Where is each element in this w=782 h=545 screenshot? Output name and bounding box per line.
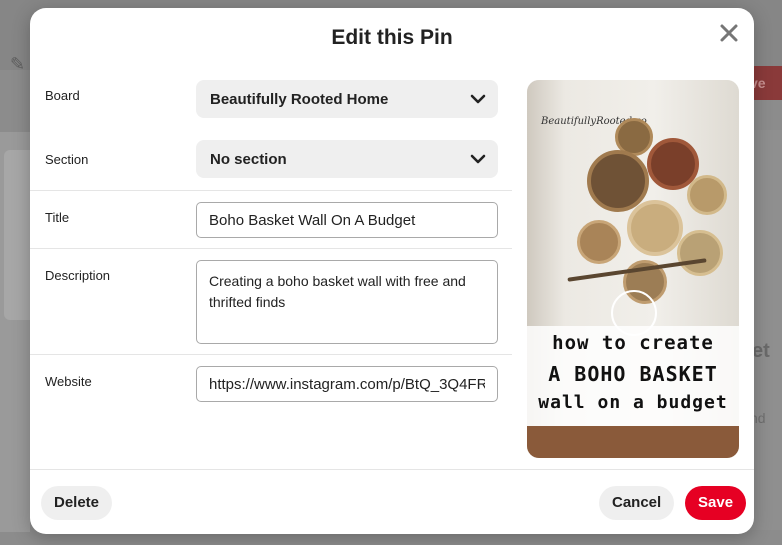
save-button[interactable]: Save bbox=[685, 486, 747, 520]
modal-title: Edit this Pin bbox=[331, 26, 453, 49]
basket-image bbox=[577, 220, 621, 264]
modal-footer: Delete Cancel Save bbox=[30, 469, 754, 534]
edit-pin-modal: Edit this Pin Board Beautifully Rooted H… bbox=[30, 8, 754, 534]
section-select[interactable]: No section bbox=[196, 140, 498, 178]
preview-text-overlay: how to create A BOHO BASKET wall on a bu… bbox=[527, 326, 739, 426]
cancel-button[interactable]: Cancel bbox=[599, 486, 675, 520]
pin-image-preview: BeautifullyRooted.co how to create A BOH… bbox=[527, 80, 739, 458]
background-heading-fragment: et bbox=[752, 340, 770, 362]
overlay-line-1: how to create bbox=[552, 332, 714, 354]
basket-image bbox=[587, 150, 649, 212]
title-input[interactable] bbox=[196, 202, 498, 238]
board-row: Board Beautifully Rooted Home bbox=[30, 78, 512, 138]
preview-floor bbox=[527, 426, 739, 458]
title-row: Title bbox=[30, 190, 512, 248]
delete-button[interactable]: Delete bbox=[41, 486, 113, 520]
website-label: Website bbox=[45, 374, 92, 389]
description-row: Description Creating a boho basket wall … bbox=[30, 248, 512, 354]
board-label: Board bbox=[45, 88, 80, 103]
basket-image bbox=[627, 200, 683, 256]
section-row: Section No section bbox=[30, 138, 512, 190]
section-select-value: No section bbox=[210, 151, 287, 168]
basket-image bbox=[677, 230, 723, 276]
basket-image bbox=[687, 175, 727, 215]
close-icon bbox=[720, 24, 738, 42]
pin-form: Board Beautifully Rooted Home Section No… bbox=[30, 78, 512, 414]
background-image-left bbox=[4, 150, 30, 320]
overlay-line-2: A BOHO BASKET bbox=[548, 362, 718, 386]
close-button[interactable] bbox=[718, 22, 740, 44]
title-label: Title bbox=[45, 210, 70, 225]
chevron-down-icon bbox=[470, 94, 486, 104]
description-label: Description bbox=[45, 268, 111, 283]
board-select[interactable]: Beautifully Rooted Home bbox=[196, 80, 498, 118]
description-textarea[interactable]: Creating a boho basket wall with free an… bbox=[196, 260, 498, 344]
board-select-value: Beautifully Rooted Home bbox=[210, 91, 389, 108]
website-row: Website bbox=[30, 354, 512, 414]
chevron-down-icon bbox=[470, 154, 486, 164]
overlay-line-3: wall on a budget bbox=[538, 392, 728, 413]
website-input[interactable] bbox=[196, 366, 498, 402]
section-label: Section bbox=[45, 152, 89, 167]
